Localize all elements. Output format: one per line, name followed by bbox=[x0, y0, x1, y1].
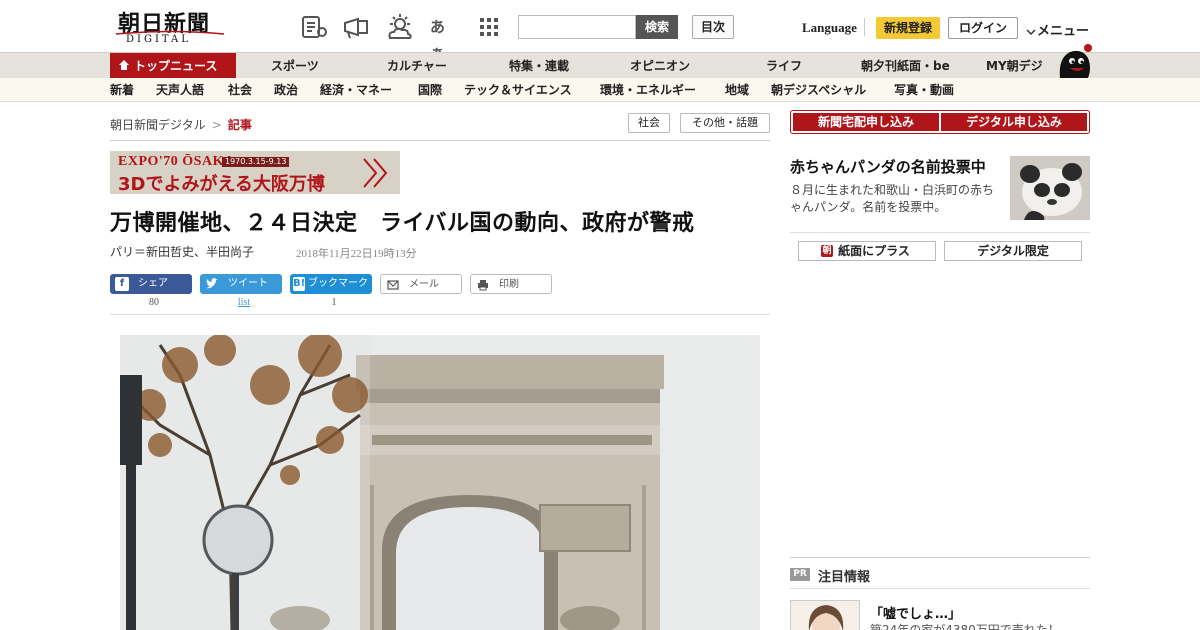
twitter-tweet-label: ツイート bbox=[228, 278, 268, 289]
nav-top-news[interactable]: トップニュース bbox=[110, 53, 236, 79]
print-button[interactable]: 印刷 bbox=[470, 274, 552, 294]
article-byline: パリ＝新田哲史、半田尚子 bbox=[110, 245, 255, 259]
primary-nav: トップニュース スポーツ カルチャー 特集・連載 オピニオン ライフ 朝夕刊紙面… bbox=[0, 52, 1200, 79]
newspaper-icon[interactable] bbox=[300, 14, 328, 40]
pr-section-title: 注目情報 bbox=[818, 570, 871, 585]
divider bbox=[790, 557, 1090, 558]
nav-top-news-label: トップニュース bbox=[134, 59, 218, 73]
nav2-politics[interactable]: 政治 bbox=[274, 78, 298, 102]
nav-culture[interactable]: カルチャー bbox=[387, 53, 447, 79]
divider bbox=[790, 232, 1090, 233]
panda-vote-title[interactable]: 赤ちゃんパンダの名前投票中 bbox=[790, 156, 986, 177]
facebook-share-label: シェア bbox=[138, 278, 168, 289]
header-divider bbox=[864, 18, 865, 36]
facebook-icon: f bbox=[115, 277, 129, 291]
nav-life[interactable]: ライフ bbox=[766, 53, 802, 79]
secondary-nav: 新着 天声人語 社会 政治 経済・マネー 国際 テック＆サイエンス 環境・エネル… bbox=[0, 78, 1200, 102]
nav2-region[interactable]: 地域 bbox=[725, 78, 749, 102]
menu-button[interactable]: メニュー bbox=[1026, 20, 1089, 39]
print-label: 印刷 bbox=[499, 279, 519, 290]
breadcrumb-separator: > bbox=[211, 118, 222, 132]
article-photo-arc-de-triomphe[interactable] bbox=[120, 335, 760, 630]
register-button[interactable]: 新規登録 bbox=[876, 17, 940, 39]
twitter-bird-icon bbox=[206, 278, 218, 289]
facebook-share-count: 80 bbox=[149, 297, 159, 308]
nav-sports[interactable]: スポーツ bbox=[271, 53, 319, 79]
mail-icon bbox=[387, 280, 399, 290]
nav2-tech-science[interactable]: テック＆サイエンス bbox=[464, 78, 572, 102]
search-button[interactable]: 検索 bbox=[636, 15, 678, 39]
nav-opinion[interactable]: オピニオン bbox=[630, 53, 690, 79]
printer-icon bbox=[478, 280, 488, 291]
panda-vote-description: ８月に生まれた和歌山・白浜町の赤ちゃんパンダ。名前を投票中。 bbox=[790, 183, 995, 214]
home-icon bbox=[119, 60, 129, 70]
breadcrumb-current: 記事 bbox=[227, 118, 252, 132]
search-input[interactable] bbox=[518, 15, 636, 39]
language-link[interactable]: Language bbox=[802, 20, 857, 36]
divider bbox=[110, 140, 770, 141]
subscribe-delivery-button[interactable]: 新聞宅配申し込み bbox=[793, 113, 939, 131]
paper-plus-label: 紙面にプラス bbox=[838, 244, 910, 258]
pr-badge: PR bbox=[790, 568, 810, 581]
tag-other-topics[interactable]: その他・話題 bbox=[680, 113, 770, 133]
breadcrumb-home[interactable]: 朝日新聞デジタル bbox=[110, 118, 206, 132]
twitter-tweet-button[interactable]: ツイート bbox=[200, 274, 282, 294]
asahi-icon: 朝 bbox=[821, 245, 833, 257]
grid-menu-icon[interactable] bbox=[476, 14, 504, 40]
hatena-bookmark-icon: B! bbox=[293, 277, 306, 291]
pr-portrait-image bbox=[791, 601, 859, 630]
hatena-bookmark-label: ブックマーク bbox=[308, 278, 368, 289]
login-button[interactable]: ログイン bbox=[948, 17, 1018, 39]
article-timestamp: 2018年11月22日19時13分 bbox=[296, 248, 417, 260]
twitter-share-count[interactable]: list bbox=[203, 297, 285, 308]
expo-banner-title: EXPO'70 ŌSAKA bbox=[118, 154, 235, 169]
mail-share-label: メール bbox=[409, 279, 439, 290]
chevron-down-icon bbox=[1026, 28, 1036, 35]
nav-features[interactable]: 特集・連載 bbox=[509, 53, 569, 79]
subscribe-box: 新聞宅配申し込み デジタル申し込み bbox=[790, 110, 1090, 134]
pr-headline[interactable]: 「嘘でしょ…」 bbox=[870, 603, 961, 622]
hatena-bookmark-count: 1 bbox=[331, 297, 337, 308]
weather-icon[interactable] bbox=[386, 14, 414, 40]
nav-paper[interactable]: 朝夕刊紙面・be bbox=[861, 53, 950, 79]
mascot-icon[interactable] bbox=[1054, 44, 1094, 80]
panda-photo[interactable] bbox=[1010, 156, 1090, 220]
facebook-share-button[interactable]: f シェア bbox=[110, 274, 192, 294]
asahi-digital-logo[interactable]: 朝日新聞 DIGITAL bbox=[112, 6, 232, 48]
nav2-latest[interactable]: 新着 bbox=[110, 78, 134, 102]
subscribe-digital-button[interactable]: デジタル申し込み bbox=[941, 113, 1087, 131]
pr-subtext[interactable]: 築24年の家が4380万円で売れた！ bbox=[870, 621, 1060, 630]
divider bbox=[110, 314, 770, 315]
paper-plus-link[interactable]: 朝 紙面にプラス bbox=[798, 241, 936, 261]
nav2-tenseijingo[interactable]: 天声人語 bbox=[156, 78, 204, 102]
nav2-special[interactable]: 朝デジスペシャル bbox=[771, 78, 866, 102]
font-size-icon[interactable]: あぁ bbox=[430, 14, 458, 62]
site-header: 朝日新聞 DIGITAL あぁ 検索 目次 Language 新規登録 ログ bbox=[0, 0, 1200, 62]
nav-my-asadigi[interactable]: MY朝デジ bbox=[986, 53, 1043, 79]
nav2-international[interactable]: 国際 bbox=[418, 78, 442, 102]
megaphone-icon[interactable] bbox=[342, 14, 370, 40]
digital-only-link[interactable]: デジタル限定 bbox=[944, 241, 1082, 261]
mail-share-button[interactable]: メール bbox=[380, 274, 462, 294]
logo-digital: DIGITAL bbox=[126, 34, 191, 45]
nav2-environment[interactable]: 環境・エネルギー bbox=[600, 78, 696, 102]
tag-society[interactable]: 社会 bbox=[628, 113, 670, 133]
pr-thumbnail[interactable] bbox=[790, 600, 860, 630]
menu-label: メニュー bbox=[1037, 24, 1090, 39]
expo-banner[interactable]: EXPO'70 ŌSAKA 1970.3.15-9.13 3Dでよみがえる大阪万… bbox=[110, 151, 400, 194]
baby-panda-image bbox=[1010, 156, 1090, 220]
toc-button[interactable]: 目次 bbox=[692, 15, 734, 39]
nav2-photo-video[interactable]: 写真・動画 bbox=[894, 78, 954, 102]
expo-banner-subtitle: 3Dでよみがえる大阪万博 bbox=[118, 174, 325, 194]
nav2-society[interactable]: 社会 bbox=[228, 78, 252, 102]
nav2-economy[interactable]: 経済・マネー bbox=[320, 78, 392, 102]
breadcrumb: 朝日新聞デジタル > 記事 bbox=[110, 116, 252, 133]
hatena-bookmark-button[interactable]: B! ブックマーク bbox=[290, 274, 372, 294]
divider bbox=[790, 588, 1090, 589]
double-chevron-right-icon bbox=[363, 158, 388, 188]
expo-banner-dates: 1970.3.15-9.13 bbox=[222, 157, 290, 167]
article-headline: 万博開催地、２４日決定 ライバル国の動向、政府が警戒 bbox=[110, 211, 695, 236]
arc-de-triomphe-image bbox=[120, 335, 760, 630]
